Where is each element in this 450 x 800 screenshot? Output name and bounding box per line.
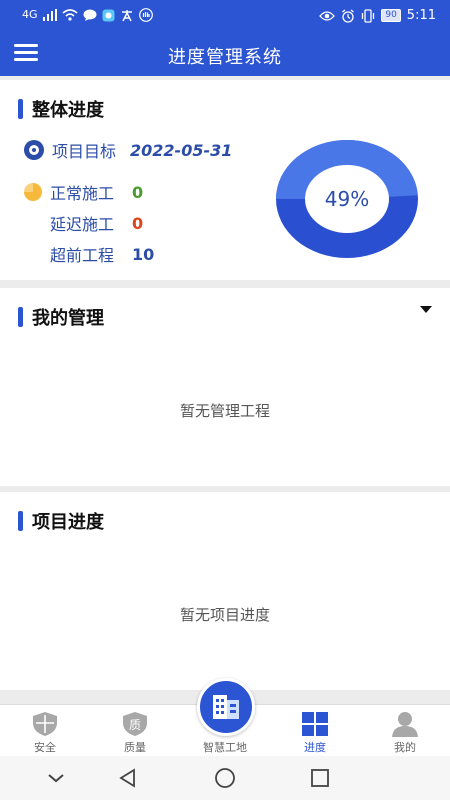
target-date: 2022-05-31 bbox=[130, 140, 233, 160]
progress-percent-label: 49% bbox=[325, 187, 369, 211]
progress-donut-chart: 49% bbox=[276, 140, 418, 258]
tab-safety[interactable]: 安全 bbox=[0, 705, 90, 757]
section-title-project-progress: 项目进度 bbox=[18, 508, 104, 534]
recents-square-icon[interactable] bbox=[308, 766, 332, 790]
battery-level: 90 bbox=[381, 9, 401, 22]
stat-value: 0 bbox=[132, 182, 144, 202]
stat-label: 超前工程 bbox=[50, 246, 115, 265]
stat-value: 10 bbox=[132, 244, 155, 264]
shield-icon bbox=[33, 712, 57, 736]
overall-progress-card: 整体进度 项目目标 2022-05-31 正常施工 0 延迟施工 0 超前工程 … bbox=[0, 80, 450, 280]
pie-chart-icon bbox=[24, 183, 42, 201]
tab-label: 智慧工地 bbox=[203, 741, 247, 754]
clock: 5:11 bbox=[406, 8, 436, 23]
caret-down-icon[interactable] bbox=[420, 306, 432, 313]
message-icon bbox=[83, 9, 97, 21]
vibrate-icon bbox=[362, 8, 375, 23]
status-bar: 4G 90 5:11 bbox=[0, 0, 450, 32]
building-icon bbox=[213, 695, 239, 719]
wifi-icon bbox=[62, 9, 78, 21]
stat-label: 延迟施工 bbox=[50, 215, 115, 234]
tab-label: 质量 bbox=[124, 741, 146, 754]
overall-title: 整体进度 bbox=[32, 100, 104, 121]
stat-row-ahead: 超前工程 10 bbox=[24, 242, 154, 266]
hand-icon bbox=[138, 8, 153, 22]
system-nav-bar bbox=[0, 756, 450, 800]
project-target-row: 项目目标 2022-05-31 bbox=[24, 138, 232, 162]
eye-icon bbox=[319, 10, 336, 21]
stat-row-normal: 正常施工 0 bbox=[24, 180, 143, 204]
project-progress-card: 项目进度 暂无项目进度 bbox=[0, 492, 450, 690]
section-title-overall: 整体进度 bbox=[18, 96, 104, 122]
page-title: 进度管理系统 bbox=[168, 47, 282, 68]
section-title-management: 我的管理 bbox=[18, 304, 104, 330]
smart-site-button[interactable] bbox=[197, 678, 255, 736]
app-header: 进度管理系统 bbox=[0, 32, 450, 76]
tab-mine[interactable]: 我的 bbox=[360, 705, 450, 757]
stat-label: 正常施工 bbox=[50, 184, 115, 203]
management-title: 我的管理 bbox=[32, 308, 104, 329]
user-icon bbox=[392, 712, 418, 737]
signal-icon bbox=[42, 9, 57, 21]
section-accent-bar bbox=[18, 511, 23, 531]
alarm-icon bbox=[342, 8, 355, 23]
stat-row-delayed: 延迟施工 0 bbox=[24, 211, 143, 235]
tab-label: 我的 bbox=[394, 741, 416, 754]
management-empty-text: 暂无管理工程 bbox=[179, 402, 270, 420]
grid-icon bbox=[302, 712, 328, 736]
section-accent-bar bbox=[18, 99, 23, 119]
quality-badge-icon: 质 bbox=[123, 712, 147, 736]
tab-label: 进度 bbox=[304, 741, 326, 754]
tab-progress[interactable]: 进度 bbox=[270, 705, 360, 757]
home-circle-icon[interactable] bbox=[213, 766, 237, 790]
target-icon bbox=[24, 140, 44, 160]
chevron-down-icon[interactable] bbox=[44, 766, 68, 790]
back-triangle-icon[interactable] bbox=[116, 766, 140, 790]
tab-label: 安全 bbox=[34, 741, 56, 754]
project-progress-empty-text: 暂无项目进度 bbox=[179, 606, 270, 624]
network-type: 4G bbox=[22, 8, 38, 21]
tab-quality[interactable]: 质 质量 bbox=[90, 705, 180, 757]
target-label: 项目目标 bbox=[52, 142, 117, 161]
status-right: 90 5:11 bbox=[319, 8, 436, 23]
svg-text:质: 质 bbox=[129, 718, 141, 732]
my-management-card: 我的管理 暂无管理工程 bbox=[0, 288, 450, 486]
translate-icon bbox=[121, 9, 132, 21]
project-progress-title: 项目进度 bbox=[32, 512, 104, 533]
status-left: 4G bbox=[22, 8, 153, 22]
app-notify-icon bbox=[102, 9, 115, 21]
section-accent-bar bbox=[18, 307, 23, 327]
stat-value: 0 bbox=[132, 213, 144, 233]
